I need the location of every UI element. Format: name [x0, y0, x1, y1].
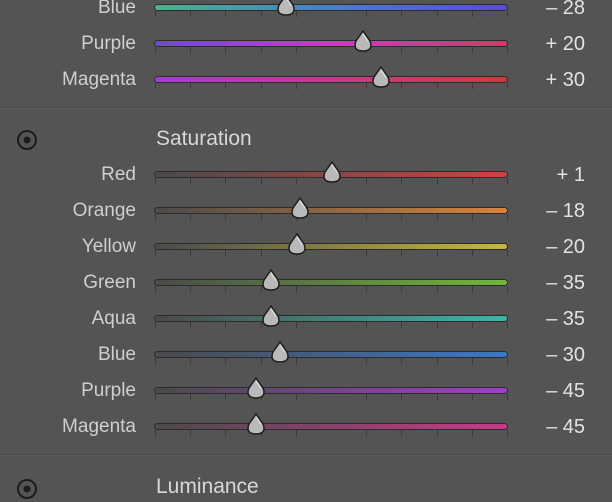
slider-value[interactable]: – 45 — [546, 374, 585, 408]
slider-ticks — [155, 11, 508, 17]
saturation-slider-row-orange: Orange – 18 — [0, 194, 612, 228]
slider-thumb-icon[interactable] — [353, 30, 372, 52]
slider-label: Purple — [81, 33, 136, 54]
slider-track[interactable] — [155, 424, 507, 429]
slider-ticks — [155, 322, 508, 328]
slider-value[interactable]: – 35 — [546, 266, 585, 300]
hue-slider-row-magenta: Magenta + 30 — [0, 63, 612, 97]
slider-thumb-icon[interactable] — [262, 269, 280, 291]
slider-value[interactable]: – 30 — [546, 338, 585, 372]
slider-thumb-icon[interactable] — [288, 233, 306, 255]
slider-track[interactable] — [155, 5, 507, 10]
slider-label: Magenta — [62, 69, 136, 90]
saturation-slider-row-magenta: Magenta – 45 — [0, 410, 612, 444]
slider-track[interactable] — [155, 280, 507, 285]
slider-thumb-icon[interactable] — [271, 341, 290, 363]
slider-track[interactable] — [155, 316, 507, 321]
saturation-slider-row-yellow: Yellow – 20 — [0, 230, 612, 264]
slider-track[interactable] — [155, 208, 507, 213]
slider-thumb-icon[interactable] — [247, 377, 265, 399]
slider-track[interactable] — [155, 77, 507, 82]
slider-ticks — [155, 358, 508, 364]
hue-slider-row-blue: Blue – 28 — [0, 0, 612, 25]
slider-track[interactable] — [155, 41, 507, 46]
slider-label: Blue — [97, 0, 136, 18]
hue-slider-row-purple: Purple + 20 — [0, 27, 612, 61]
target-adjustment-icon[interactable] — [15, 128, 39, 152]
saturation-slider-row-purple: Purple – 45 — [0, 374, 612, 408]
slider-thumb-icon[interactable] — [262, 305, 280, 327]
slider-label: Magenta — [62, 416, 136, 437]
section-title-luminance: Luminance — [156, 475, 259, 498]
slider-ticks — [155, 83, 508, 89]
slider-label: Aqua — [91, 308, 136, 329]
saturation-slider-row-aqua: Aqua – 35 — [0, 302, 612, 336]
slider-value[interactable]: – 35 — [546, 302, 585, 336]
slider-value[interactable]: + 30 — [546, 63, 585, 97]
slider-value[interactable]: – 18 — [546, 194, 585, 228]
slider-label: Green — [83, 272, 136, 293]
slider-thumb-icon[interactable] — [291, 197, 310, 219]
section-divider — [0, 454, 612, 455]
slider-value[interactable]: + 20 — [546, 27, 585, 61]
saturation-slider-row-red: Red + 1 — [0, 158, 612, 192]
slider-track[interactable] — [155, 244, 507, 249]
slider-label: Orange — [72, 200, 136, 221]
slider-ticks — [155, 250, 508, 256]
slider-ticks — [155, 47, 508, 53]
saturation-slider-row-blue: Blue – 30 — [0, 338, 612, 372]
slider-ticks — [155, 394, 508, 400]
slider-value[interactable]: – 20 — [546, 230, 585, 264]
slider-ticks — [155, 430, 508, 436]
slider-track[interactable] — [155, 388, 507, 393]
saturation-slider-row-green: Green – 35 — [0, 266, 612, 300]
slider-value[interactable]: + 1 — [557, 158, 585, 192]
slider-thumb-icon[interactable] — [371, 66, 390, 88]
slider-track[interactable] — [155, 352, 507, 357]
section-divider — [0, 107, 612, 108]
slider-label: Blue — [97, 344, 136, 365]
slider-ticks — [155, 214, 508, 220]
slider-label: Purple — [81, 380, 136, 401]
slider-thumb-icon[interactable] — [322, 161, 341, 183]
slider-thumb-icon[interactable] — [247, 413, 265, 435]
section-title-saturation: Saturation — [156, 127, 252, 150]
target-adjustment-icon[interactable] — [15, 477, 39, 501]
slider-ticks — [155, 286, 508, 292]
slider-value[interactable]: – 45 — [546, 410, 585, 444]
slider-label: Yellow — [81, 236, 136, 257]
slider-thumb-icon[interactable] — [277, 0, 295, 16]
slider-label: Red — [101, 164, 136, 185]
slider-value[interactable]: – 28 — [546, 0, 585, 25]
